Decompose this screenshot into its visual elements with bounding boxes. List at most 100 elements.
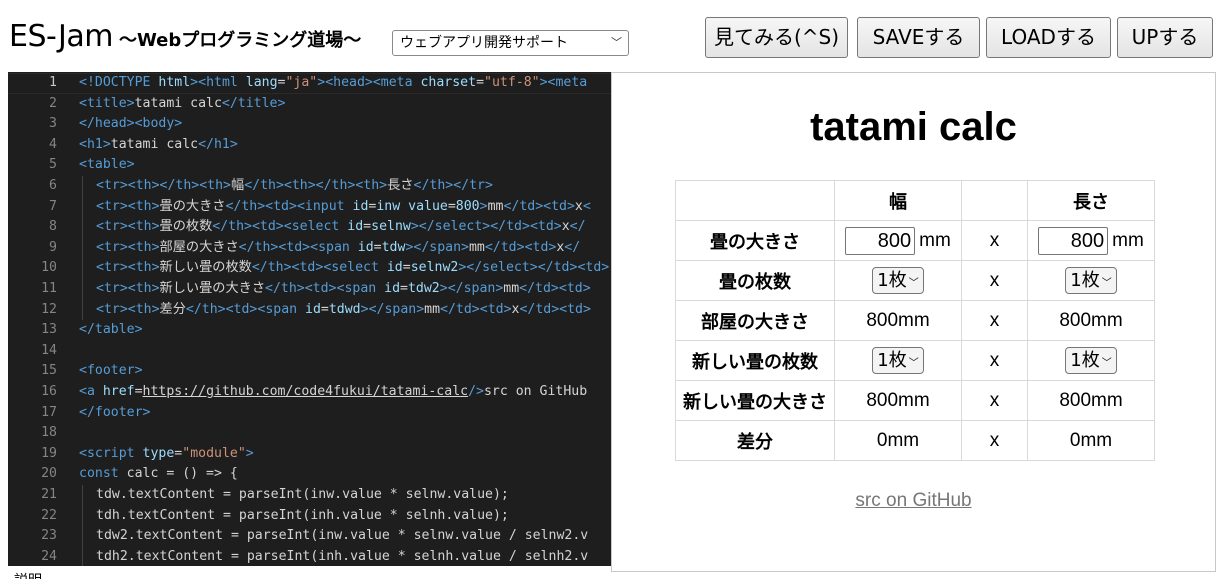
code-line[interactable]: 16 <a href=https://github.com/code4fukui/… <box>8 382 611 403</box>
code-line[interactable]: 17 </footer> <box>8 403 611 424</box>
table-row: 新しい畳の枚数 1枚 ﹀ x 1枚 ﹀ <box>675 340 1155 381</box>
code-line[interactable]: 24 tdh2.textContent = parseInt(inh.value … <box>8 547 611 566</box>
code-token: tdwd <box>328 301 361 317</box>
save-button[interactable]: SAVEする <box>857 17 980 58</box>
line-code: <tr><th></th><th>幅</th><th></th><th>長さ</… <box>96 176 493 197</box>
table-row: 部屋の大きさ 800mm x 800mm <box>675 300 1155 341</box>
line-number: 22 <box>41 507 57 523</box>
code-line[interactable]: 15 <footer> <box>8 361 611 382</box>
code-token: <body> <box>134 116 183 132</box>
code-line[interactable]: 8 <tr><th>畳の枚数</th><td><select id=selnw><… <box>8 217 611 238</box>
count-select-width[interactable]: 1枚 ﹀ <box>872 347 924 374</box>
code-line[interactable]: 23 tdw2.textContent = parseInt(inw.value … <box>8 526 611 547</box>
code-token: <script <box>79 445 143 461</box>
code-token: <th> <box>127 219 160 235</box>
count-select-length[interactable]: 1枚 ﹀ <box>1065 347 1117 374</box>
code-line[interactable]: 12 <tr><th>差分</th><td><span id=tdwd></spa… <box>8 300 611 321</box>
code-token: <th> <box>127 198 160 214</box>
line-number: 12 <box>41 301 57 317</box>
code-token: tdw2 <box>407 281 440 296</box>
code-token: </th> <box>212 219 252 235</box>
code-token: <tr> <box>96 239 128 255</box>
code-token: = <box>400 281 408 296</box>
chevron-down-icon: ﹀ <box>611 36 622 49</box>
line-number: 5 <box>49 157 57 173</box>
code-line[interactable]: 19 <script type="module"> <box>8 444 611 465</box>
value-cell-length: 0mm <box>1027 420 1155 461</box>
code-token: 800 <box>455 198 480 214</box>
size-input-length[interactable]: 800 <box>1038 226 1109 255</box>
code-line[interactable]: 1 <!DOCTYPE html><html lang="ja"><head><m… <box>8 73 611 94</box>
code-token: </th> <box>315 178 356 193</box>
code-token: </th> <box>413 178 454 193</box>
table-row: 差分 0mm x 0mm <box>675 420 1155 461</box>
code-line[interactable]: 14 <box>8 341 611 362</box>
count-select-length[interactable]: 1枚 ﹀ <box>1065 267 1117 294</box>
code-editor[interactable]: 1 <!DOCTYPE html><html lang="ja"><head><m… <box>8 72 611 566</box>
code-token: mm <box>424 301 441 317</box>
code-line[interactable]: 4 <h1>tatami calc</h1> <box>8 135 611 156</box>
size-input-width[interactable]: 800 <box>845 226 916 255</box>
view-button[interactable]: 見てみる(^S) <box>705 17 848 58</box>
upload-button[interactable]: UPする <box>1117 17 1213 58</box>
code-token: <td> <box>479 301 512 317</box>
code-token: 新しい畳の大きさ <box>159 281 266 296</box>
value-cell-length: 800mm <box>1027 220 1155 261</box>
code-token: https://github.com/code4fukui/tatami-cal… <box>142 384 469 399</box>
line-code: tdh.textContent = parseInt(inh.value * s… <box>96 506 509 527</box>
code-token: "ja" <box>285 75 318 90</box>
value-cell-length: 1枚 ﹀ <box>1027 340 1155 381</box>
line-number: 17 <box>41 404 57 420</box>
src-on-github-link[interactable]: src on GitHub <box>612 490 1215 512</box>
code-line[interactable]: 7 <tr><th>畳の大きさ</th><td><input id=inw val… <box>8 197 611 218</box>
code-line[interactable]: 6 <tr><th></th><th>幅</th><th></th><th>長さ<… <box>8 176 611 197</box>
code-token: lang <box>245 75 278 90</box>
code-token: selnw2 <box>410 260 459 276</box>
line-number: 1 <box>49 75 57 90</box>
code-token: id <box>384 281 401 296</box>
code-line[interactable]: 2 <title>tatami calc</title> <box>8 94 611 115</box>
code-token: </td> <box>440 301 480 317</box>
chevron-down-icon: ﹀ <box>908 358 919 369</box>
line-code: <!DOCTYPE html><html lang="ja"><head><me… <box>79 73 587 94</box>
row-label: 新しい畳の大きさ <box>675 380 835 421</box>
app-name: ES-Jam <box>9 19 113 54</box>
code-token: <td> <box>529 219 562 235</box>
table-header-row: 幅 長さ <box>675 180 1155 221</box>
line-number: 20 <box>41 466 57 482</box>
code-line[interactable]: 11 <tr><th>新しい畳の大きさ</th><td><span id=tdw2… <box>8 279 611 300</box>
code-token: <a <box>79 384 103 399</box>
mode-select[interactable]: ウェブアプリ開発サポート ﹀ <box>392 30 629 56</box>
line-number: 2 <box>49 95 57 111</box>
code-token: tdw.textContent = parseInt(inw.value * s… <box>96 487 509 502</box>
code-line[interactable]: 20 const calc = () => { <box>8 464 611 485</box>
line-code: <tr><th>部屋の大きさ</th><td><span id=tdw></sp… <box>96 238 580 259</box>
code-token: <tr> <box>96 301 128 317</box>
code-token: id <box>386 260 403 276</box>
code-line[interactable]: 3 </head><body> <box>8 114 611 135</box>
line-code: <tr><th>差分</th><td><span id=tdwd></span>… <box>96 300 591 321</box>
code-line[interactable]: 9 <tr><th>部屋の大きさ</th><td><span id=tdw></s… <box>8 238 611 259</box>
code-line[interactable]: 21 tdw.textContent = parseInt(inw.value *… <box>8 485 611 506</box>
code-line[interactable]: 13 </table> <box>8 320 611 341</box>
code-token: ></select> <box>458 260 538 276</box>
times-sign: x <box>961 340 1028 381</box>
code-line[interactable]: 18 <box>8 423 611 444</box>
code-token: </footer> <box>79 404 151 420</box>
load-button[interactable]: LOADする <box>986 17 1111 58</box>
code-token: <meta <box>547 75 588 90</box>
code-token: </h1> <box>198 136 238 152</box>
value-cell-width: 0mm <box>834 420 962 461</box>
line-code: tdh2.textContent = parseInt(inh.value * … <box>96 547 588 566</box>
line-code: <h1>tatami calc</h1> <box>79 135 238 156</box>
line-number: 10 <box>41 260 57 276</box>
count-select-width[interactable]: 1枚 ﹀ <box>872 267 924 294</box>
line-number: 7 <box>49 198 57 214</box>
code-line[interactable]: 5 <table> <box>8 155 611 176</box>
line-number: 24 <box>41 548 57 564</box>
code-line[interactable]: 10 <tr><th>新しい畳の枚数</th><td><select id=sel… <box>8 258 611 279</box>
code-token: </table> <box>79 322 143 338</box>
code-line[interactable]: 22 tdh.textContent = parseInt(inh.value *… <box>8 506 611 527</box>
line-number: 3 <box>49 116 57 132</box>
code-token: <td> <box>278 239 311 255</box>
